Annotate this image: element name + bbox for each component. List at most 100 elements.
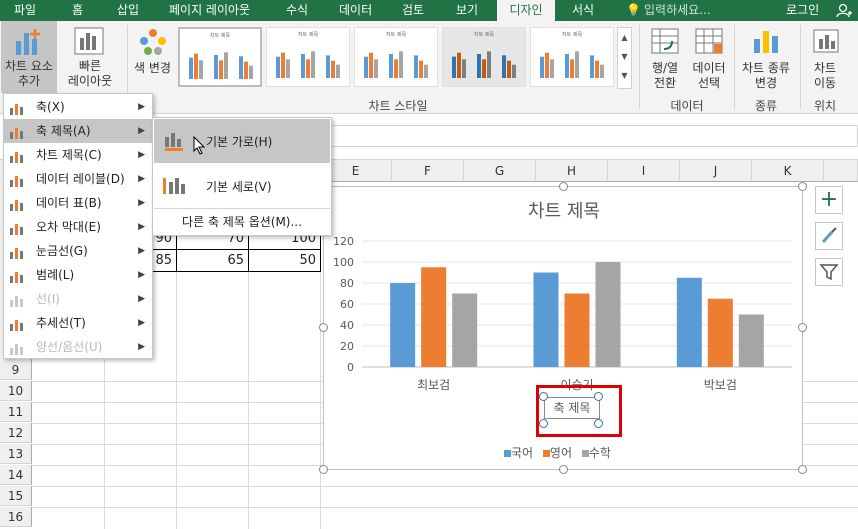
scroll-up-icon[interactable]: ▲ <box>618 28 631 47</box>
tab-home[interactable]: 홈 <box>68 0 87 21</box>
thumbnail-bar <box>326 55 330 78</box>
move-chart-icon <box>813 29 839 53</box>
chart-area[interactable]: 차트 제목 0 20 40 60 80 100 120 최보검 이승기 박보검 축 제목 국어 영… <box>323 186 803 470</box>
chart-resize-handle[interactable] <box>559 465 568 474</box>
y-tick-label: 60 <box>340 298 354 311</box>
col-g[interactable]: G <box>464 160 536 182</box>
thumbnail-chart <box>452 51 516 78</box>
chart-filter-icon[interactable] <box>815 258 843 286</box>
col-extra[interactable] <box>824 160 858 182</box>
chart-resize-handle[interactable] <box>559 182 568 191</box>
table-cell[interactable]: 50 <box>249 250 321 272</box>
tab-view[interactable]: 보기 <box>452 0 482 21</box>
chart-style-3[interactable]: 차트 제목 <box>354 27 438 87</box>
data-labels-icon <box>9 172 25 187</box>
menu-item-axis-titles[interactable]: 축 제목(A) ▶ <box>4 119 152 143</box>
quick-layout-button[interactable]: 빠른 레이아웃 <box>59 21 121 93</box>
row-13[interactable]: 13 <box>0 444 32 464</box>
more-axis-title-options[interactable]: 다른 축 제목 옵션(M)... <box>154 210 330 234</box>
bar[interactable] <box>676 277 702 367</box>
scroll-down-icon[interactable]: ▼ <box>618 47 631 66</box>
tab-insert[interactable]: 삽입 <box>113 0 143 21</box>
chart-resize-handle[interactable] <box>798 465 807 474</box>
bar[interactable] <box>533 272 559 368</box>
table-cell[interactable]: 85 <box>153 250 177 272</box>
row-12[interactable]: 12 <box>0 423 32 443</box>
submenu-item-primary-vertical[interactable]: 기본 세로(V) <box>154 164 330 208</box>
menu-item-trendline[interactable]: 추세선(T) ▶ <box>4 311 152 335</box>
tell-me-search[interactable]: 입력하세요... <box>640 0 715 21</box>
menu-item-axes[interactable]: 축(X) ▶ <box>4 95 152 119</box>
select-data-button[interactable]: 데이터 선택 <box>688 21 730 93</box>
tab-design[interactable]: 디자인 <box>497 0 555 22</box>
submenu-item-primary-horizontal[interactable]: 기본 가로(H) <box>154 119 330 163</box>
col-i[interactable]: I <box>608 160 680 182</box>
row-14[interactable]: 14 <box>0 465 32 485</box>
bar[interactable] <box>421 267 447 367</box>
menu-item-lines: 선(I) ▶ <box>4 287 152 311</box>
menu-item-chart-title[interactable]: 차트 제목(C) ▶ <box>4 143 152 167</box>
sign-in-link[interactable]: 로그인 <box>782 0 823 21</box>
gallery-scroller[interactable]: ▲ ▼ ▼ <box>617 27 632 89</box>
thumbnail-bar <box>249 65 253 79</box>
chart-style-2[interactable]: 차트 제목 <box>266 27 350 87</box>
bar[interactable] <box>452 293 478 368</box>
formula-input[interactable] <box>330 125 858 147</box>
chart-resize-handle[interactable] <box>319 323 328 332</box>
change-chart-type-button[interactable]: 차트 종류 변경 <box>737 21 795 93</box>
switch-row-column-button[interactable]: 행/열 전환 <box>644 21 686 93</box>
data-group-label: 데이터 <box>670 99 704 113</box>
bar[interactable] <box>564 293 590 368</box>
menu-item-data-labels[interactable]: 데이터 레이블(D) ▶ <box>4 167 152 191</box>
tab-format[interactable]: 서식 <box>568 0 598 21</box>
chart-styles-brush-icon[interactable] <box>815 222 843 250</box>
chart-title[interactable]: 차트 제목 <box>324 197 804 223</box>
thumbnail-bar <box>311 51 315 78</box>
table-cell[interactable]: 65 <box>177 250 249 272</box>
chart-resize-handle[interactable] <box>798 323 807 332</box>
bar[interactable] <box>595 262 621 367</box>
menu-item-legend[interactable]: 범례(L) ▶ <box>4 263 152 287</box>
menu-item-gridlines[interactable]: 눈금선(G) ▶ <box>4 239 152 263</box>
thumbnail-bar <box>389 54 393 78</box>
thumbnail-chart <box>364 51 428 78</box>
chart-styles-group-label: 차트 스타일 <box>368 99 428 113</box>
submenu-arrow-icon: ▶ <box>138 174 145 184</box>
tab-formulas[interactable]: 수식 <box>282 0 312 21</box>
chart-resize-handle[interactable] <box>319 465 328 474</box>
chart-style-1[interactable]: 차트 제목 <box>178 27 262 87</box>
col-k[interactable]: K <box>752 160 824 182</box>
tab-data[interactable]: 데이터 <box>335 0 376 21</box>
row-15[interactable]: 15 <box>0 486 32 506</box>
row-10[interactable]: 10 <box>0 381 32 401</box>
col-j[interactable]: J <box>680 160 752 182</box>
thumbnail-bar <box>590 55 594 78</box>
bar[interactable] <box>738 314 764 368</box>
chart-resize-handle[interactable] <box>798 182 807 191</box>
tab-page-layout[interactable]: 페이지 레이아웃 <box>165 0 254 21</box>
menu-item-error-bars[interactable]: 오차 막대(E) ▶ <box>4 215 152 239</box>
bar[interactable] <box>707 298 733 367</box>
chart-style-4[interactable]: 차트 제목 <box>442 27 526 87</box>
add-chart-element-button[interactable]: 차트 요소 추가 <box>1 21 57 93</box>
move-chart-button[interactable]: 차트 이동 <box>804 21 846 93</box>
col-h[interactable]: H <box>536 160 608 182</box>
tab-file[interactable]: 파일 <box>10 0 40 21</box>
bar[interactable] <box>390 283 416 367</box>
row-11[interactable]: 11 <box>0 402 32 422</box>
person-add-icon[interactable] <box>836 3 852 18</box>
tab-review[interactable]: 검토 <box>398 0 428 21</box>
menu-item-data-table[interactable]: 데이터 표(B) ▶ <box>4 191 152 215</box>
row-9[interactable]: 9 <box>0 360 32 380</box>
chart-legend[interactable]: 국어 영어 수학 <box>504 444 644 460</box>
submenu-item-label: 기본 가로(H) <box>206 135 273 149</box>
thumbnail-title: 차트 제목 <box>210 33 230 39</box>
gallery-more-icon[interactable]: ▼ <box>618 66 631 85</box>
chart-style-5[interactable]: 차트 제목 <box>530 27 614 87</box>
col-f[interactable]: F <box>392 160 464 182</box>
move-chart-label: 차트 <box>813 61 837 75</box>
row-16[interactable]: 16 <box>0 507 32 527</box>
y-tick-label: 0 <box>347 361 354 374</box>
chart-elements-plus-icon[interactable]: + <box>815 186 843 214</box>
change-colors-button[interactable]: 색 변경 <box>130 21 175 93</box>
